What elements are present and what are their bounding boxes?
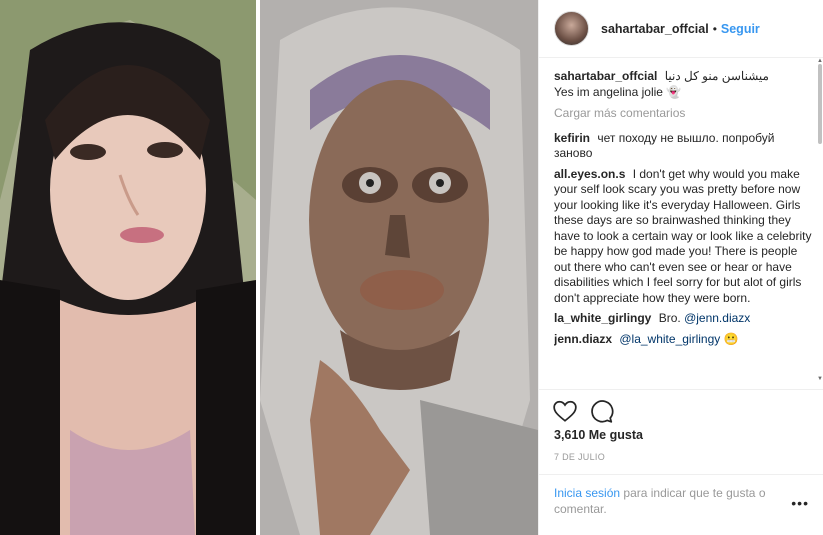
load-more-comments-button[interactable]: Cargar más comentarios — [554, 106, 812, 122]
scroll-thumb[interactable] — [818, 64, 822, 144]
scroll-down-arrow-icon[interactable]: ▼ — [817, 376, 823, 382]
comment-item: la_white_girlingy Bro. @jenn.diazx — [554, 311, 812, 327]
likes-count[interactable]: 3,610 Me gusta — [554, 428, 643, 442]
comment-emoji: 😬 — [723, 331, 739, 346]
comment-item: all.eyes.on.s I don't get why would you … — [554, 167, 812, 307]
comment-username[interactable]: kefirin — [554, 131, 590, 145]
photo-after-art — [260, 0, 538, 535]
post-header: sahartabar_offcial • Seguir — [539, 0, 823, 58]
comment-item: jenn.diazx @la_white_girlingy 😬 — [554, 332, 812, 348]
comment-icon[interactable] — [588, 398, 614, 424]
comment-mention[interactable]: @jenn.diazx — [684, 311, 750, 325]
comment-username[interactable]: la_white_girlingy — [554, 311, 651, 325]
photo-before — [0, 0, 256, 535]
caption-text-persian: میشناسن منو کل دنیا — [664, 69, 769, 83]
more-options-icon[interactable]: ••• — [791, 495, 809, 511]
header-username[interactable]: sahartabar_offcial — [601, 22, 709, 36]
avatar[interactable] — [554, 11, 589, 46]
comment-text: I don't get why would you make your self… — [554, 166, 812, 305]
caption-text-english: Yes im angelina jolie 👻 — [554, 84, 682, 99]
photo-before-art — [0, 0, 256, 535]
post-date[interactable]: 7 DE JULIO — [554, 452, 605, 462]
comment-mention[interactable]: @la_white_girlingy — [619, 332, 720, 346]
post-actions — [539, 389, 823, 429]
post-media — [0, 0, 538, 535]
comments-scrollbar[interactable]: ▲ ▼ — [817, 58, 823, 388]
comment-username[interactable]: jenn.diazx — [554, 332, 612, 346]
photo-after — [260, 0, 538, 535]
follow-button[interactable]: Seguir — [721, 22, 760, 36]
login-prompt: Inicia sesión para indicar que te gusta … — [539, 474, 823, 535]
heart-icon[interactable] — [552, 398, 578, 424]
caption: sahartabar_offcial میشناسن منو کل دنیا Y… — [554, 69, 812, 100]
header-dot-separator: • — [712, 21, 717, 36]
comment-text: Bro. — [658, 311, 681, 325]
caption-username[interactable]: sahartabar_offcial — [554, 69, 657, 83]
comments-list: sahartabar_offcial میشناسن منو کل دنیا Y… — [554, 69, 812, 387]
comment-username[interactable]: all.eyes.on.s — [554, 167, 625, 181]
login-link[interactable]: Inicia sesión — [554, 486, 620, 500]
comment-item: kefirin чет походу не вышло. попробуй за… — [554, 131, 812, 162]
post-side-panel: sahartabar_offcial • Seguir sahartabar_o… — [538, 0, 823, 535]
